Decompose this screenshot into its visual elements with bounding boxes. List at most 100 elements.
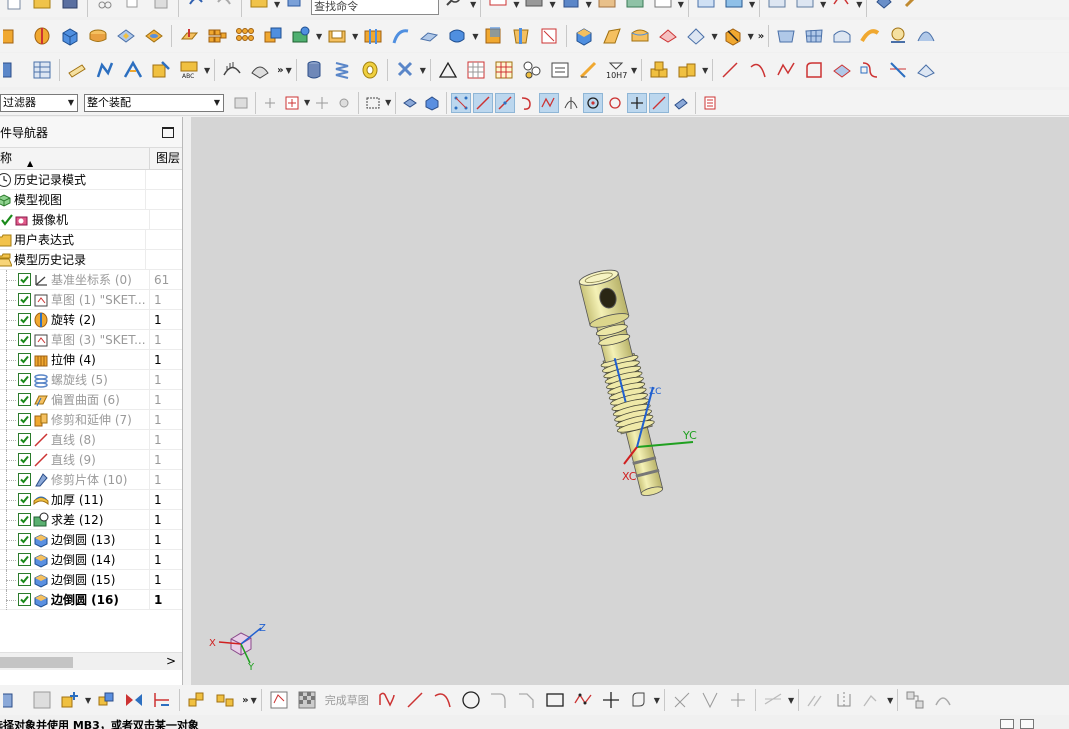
tree-node[interactable]: 直线 (8) 1	[0, 429, 182, 450]
wave-linker-icon[interactable]	[186, 689, 208, 711]
type-filter-select[interactable]: 过滤器	[0, 93, 78, 112]
triangle-icon[interactable]	[437, 59, 459, 81]
visibility-checkbox[interactable]	[18, 453, 31, 466]
copy-icon[interactable]	[122, 0, 144, 12]
snap-arc-center-icon[interactable]	[583, 92, 604, 113]
select-features-icon[interactable]	[401, 94, 419, 112]
mate-icon[interactable]	[95, 689, 117, 711]
section-surface-icon[interactable]	[657, 25, 679, 47]
curvature-icon[interactable]	[221, 59, 243, 81]
face-blend-icon[interactable]	[601, 25, 623, 47]
assembly-new-icon[interactable]	[676, 59, 698, 81]
edge-blend-icon[interactable]	[573, 25, 595, 47]
reuse-library-icon[interactable]	[394, 59, 416, 81]
visibility-checkbox[interactable]	[18, 293, 31, 306]
subtract-icon[interactable]	[290, 25, 312, 47]
tree-node-name-cell[interactable]: 加厚 (11)	[0, 489, 150, 510]
background-icon[interactable]	[596, 0, 618, 12]
bridge-surface-icon[interactable]	[915, 25, 937, 47]
tree-node-name-cell[interactable]: 用户表达式	[0, 229, 146, 250]
tools-icon[interactable]	[901, 0, 923, 12]
tree-node[interactable]: 模型历史记录	[0, 249, 182, 270]
tree-node[interactable]: 历史记录模式	[0, 169, 182, 190]
sketch-chamfer-icon[interactable]	[516, 689, 538, 711]
reuse-dropdown[interactable]: ▼	[420, 66, 426, 75]
edit-section-icon[interactable]	[652, 0, 674, 12]
exploded-view-icon[interactable]	[151, 689, 173, 711]
save-icon[interactable]	[59, 0, 81, 12]
block-icon[interactable]	[59, 25, 81, 47]
line-icon[interactable]	[719, 59, 741, 81]
assembly-constraints-icon[interactable]	[3, 689, 25, 711]
layer-settings-icon[interactable]	[766, 0, 788, 12]
sketch-line-icon[interactable]	[404, 689, 426, 711]
tree-node-name-cell[interactable]: 基准坐标系 (0)	[0, 269, 150, 290]
open-icon[interactable]	[31, 0, 53, 12]
paste-icon[interactable]	[150, 0, 172, 12]
tree-node[interactable]: 用户表达式	[0, 229, 182, 250]
move-to-layer-icon[interactable]	[794, 0, 816, 12]
visibility-checkbox[interactable]	[18, 513, 31, 526]
sweep-icon[interactable]	[418, 25, 440, 47]
filter-icon[interactable]	[232, 94, 250, 112]
visibility-checkbox[interactable]	[18, 333, 31, 346]
shaded-icon[interactable]	[523, 0, 545, 12]
assembly-more-dropdown[interactable]: ▼	[251, 696, 257, 705]
command-finder-icon[interactable]	[284, 0, 306, 12]
navigator-hscroll-thumb[interactable]	[0, 657, 73, 668]
spring-icon[interactable]	[331, 59, 353, 81]
constraints-dropdown[interactable]: ▼	[887, 696, 893, 705]
law-extension-icon[interactable]	[887, 25, 909, 47]
snap-settings-icon[interactable]	[335, 94, 353, 112]
weld-icon[interactable]	[577, 59, 599, 81]
scroll-right-icon[interactable]: >	[166, 654, 176, 668]
studio-spline-icon[interactable]	[775, 59, 797, 81]
toolbar-overflow[interactable]: »	[242, 695, 249, 706]
tree-node[interactable]: 模型视图	[0, 189, 182, 210]
sketch-polygon-icon[interactable]	[572, 689, 594, 711]
search-icon[interactable]	[444, 0, 466, 12]
intersection-curve-icon[interactable]	[887, 59, 909, 81]
snap-quadrant-icon[interactable]	[606, 94, 624, 112]
washer-icon[interactable]	[359, 59, 381, 81]
visibility-checkbox[interactable]	[18, 573, 31, 586]
snap-line-icon[interactable]	[473, 92, 494, 113]
visibility-checkbox[interactable]	[18, 553, 31, 566]
open-recent-dropdown[interactable]: ▼	[274, 0, 280, 9]
threaded-shaft-part[interactable]	[578, 267, 672, 499]
sketch-circle-icon[interactable]	[460, 689, 482, 711]
visibility-checkbox[interactable]	[18, 373, 31, 386]
sketch-point-icon[interactable]	[600, 689, 622, 711]
tree-node-name-cell[interactable]: 修剪和延伸 (7)	[0, 409, 150, 430]
visibility-checkbox[interactable]	[18, 273, 31, 286]
undo-icon[interactable]	[185, 0, 207, 12]
sketch-curve-dropdown[interactable]: ▼	[654, 696, 660, 705]
graphics-window[interactable]: YC XC ZC Z X Y	[191, 117, 1069, 685]
offset-face-icon[interactable]	[482, 25, 504, 47]
mirror-assembly-icon[interactable]	[123, 689, 145, 711]
quick-trim-icon[interactable]	[671, 689, 693, 711]
trim-body-icon[interactable]	[362, 25, 384, 47]
sketch-fillet-icon[interactable]	[488, 689, 510, 711]
synchronous-icon[interactable]	[722, 25, 744, 47]
arc-icon[interactable]	[747, 59, 769, 81]
cylinder-icon[interactable]	[87, 25, 109, 47]
profile-icon[interactable]	[376, 689, 398, 711]
tree-node-name-cell[interactable]: 草图 (3) "SKET...	[0, 329, 150, 350]
visibility-checkbox[interactable]	[18, 413, 31, 426]
associative-icon[interactable]	[904, 689, 926, 711]
move-component-icon[interactable]	[31, 689, 53, 711]
measure-dropdown[interactable]: ▼	[204, 66, 210, 75]
quick-extend-icon[interactable]	[699, 689, 721, 711]
fit-view-icon[interactable]	[487, 0, 509, 12]
tree-node[interactable]: 拉伸 (4) 1	[0, 349, 182, 370]
maximize-icon[interactable]	[162, 127, 174, 138]
open-recent-icon[interactable]	[248, 0, 270, 12]
column-layer-header[interactable]: 图层	[150, 148, 182, 169]
snap-point-on-curve-icon[interactable]	[649, 92, 670, 113]
note-icon[interactable]	[549, 59, 571, 81]
point-dialog-icon[interactable]	[283, 94, 301, 112]
unite-icon[interactable]	[262, 25, 284, 47]
search-dropdown[interactable]: ▼	[470, 0, 476, 9]
bridge-curve-icon[interactable]	[915, 59, 937, 81]
